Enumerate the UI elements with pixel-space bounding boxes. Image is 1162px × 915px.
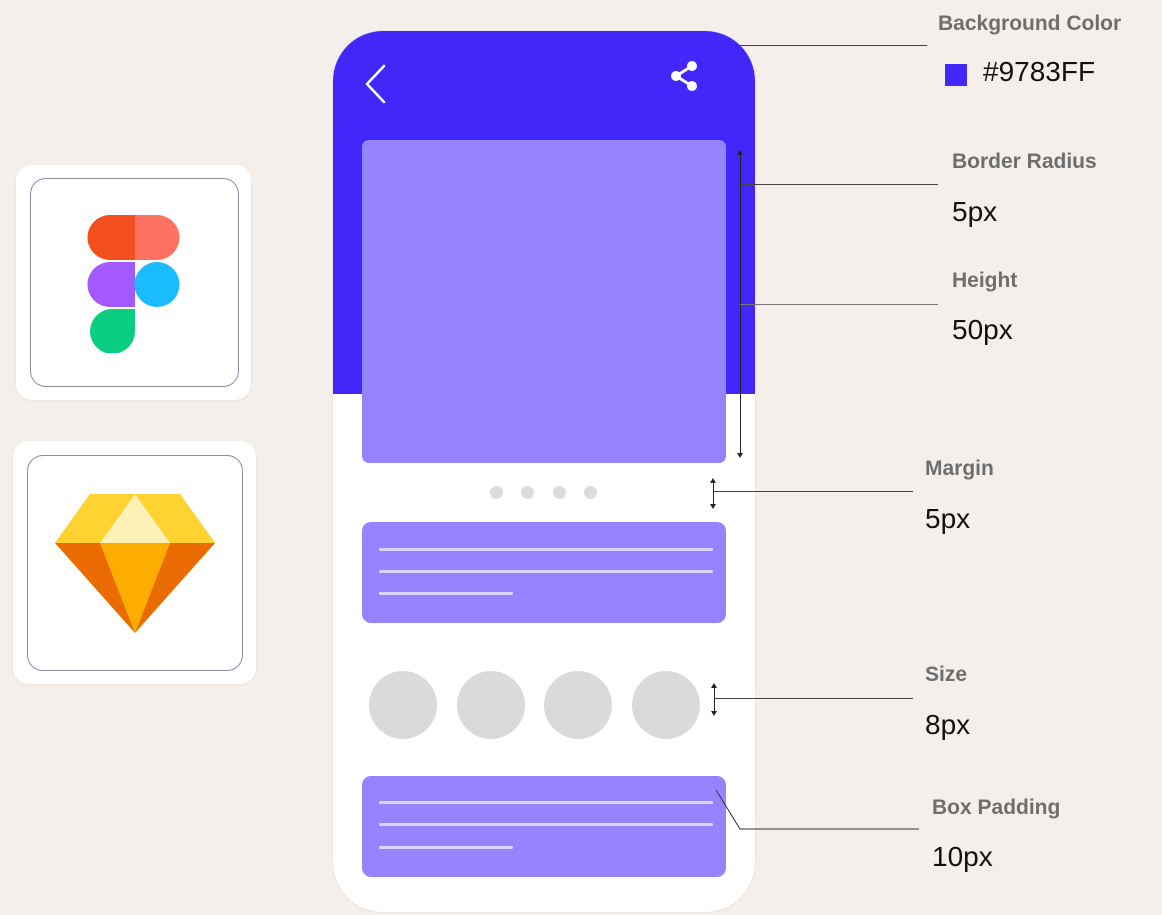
annotation-title-height: Height <box>952 269 1018 292</box>
text-placeholder-line <box>379 846 513 849</box>
content-card[interactable] <box>362 522 726 623</box>
measure-arrow <box>710 478 716 483</box>
avatar-placeholder[interactable] <box>544 671 612 739</box>
avatar-placeholder[interactable] <box>457 671 525 739</box>
text-placeholder-line <box>379 548 713 551</box>
annotation-value-background-color: #9783FF <box>983 56 1096 87</box>
avatar-placeholder[interactable] <box>369 671 437 739</box>
sketch-logo-icon <box>55 493 215 633</box>
measure-arrow <box>711 711 717 716</box>
annotation-leader-line <box>713 491 913 492</box>
size-measure-line <box>714 685 715 713</box>
annotation-leader-line <box>740 184 938 185</box>
annotation-value-border-radius: 5px <box>952 196 998 227</box>
share-icon[interactable] <box>667 59 701 93</box>
annotation-title-size: Size <box>925 663 968 686</box>
annotation-title-background-color: Background Color <box>938 12 1122 35</box>
carousel-dot[interactable] <box>553 486 566 499</box>
margin-measure-line <box>713 480 714 506</box>
figma-card <box>16 165 251 400</box>
text-placeholder-line <box>379 570 713 573</box>
annotation-leader-line <box>715 789 919 830</box>
carousel-dot[interactable] <box>521 486 534 499</box>
annotation-value-box-padding: 10px <box>932 841 993 872</box>
carousel-dot[interactable] <box>584 486 597 499</box>
color-swatch <box>945 64 967 86</box>
annotation-leader-line <box>714 698 913 699</box>
annotation-leader-line <box>740 304 938 305</box>
hero-image-card[interactable] <box>362 140 726 463</box>
avatar-placeholder[interactable] <box>632 671 700 739</box>
carousel-dot[interactable] <box>490 486 503 499</box>
annotation-leader-line <box>727 45 927 46</box>
measure-arrow <box>711 683 717 688</box>
content-card[interactable] <box>362 776 726 877</box>
text-placeholder-line <box>379 801 713 804</box>
text-placeholder-line <box>379 592 513 595</box>
annotation-title-box-padding: Box Padding <box>932 796 1061 819</box>
text-placeholder-line <box>379 823 713 826</box>
measure-arrow <box>737 453 743 458</box>
sketch-card <box>13 441 256 684</box>
annotation-value-size: 8px <box>925 709 971 740</box>
phone-mockup <box>333 31 755 912</box>
measure-arrow <box>710 504 716 509</box>
figma-logo-icon <box>87 214 179 353</box>
measure-arrow <box>737 150 743 155</box>
annotation-title-border-radius: Border Radius <box>952 150 1097 173</box>
chevron-left-icon[interactable] <box>363 63 387 105</box>
annotation-value-margin: 5px <box>925 503 971 534</box>
annotation-title-margin: Margin <box>925 457 994 480</box>
annotation-value-height: 50px <box>952 314 1013 345</box>
